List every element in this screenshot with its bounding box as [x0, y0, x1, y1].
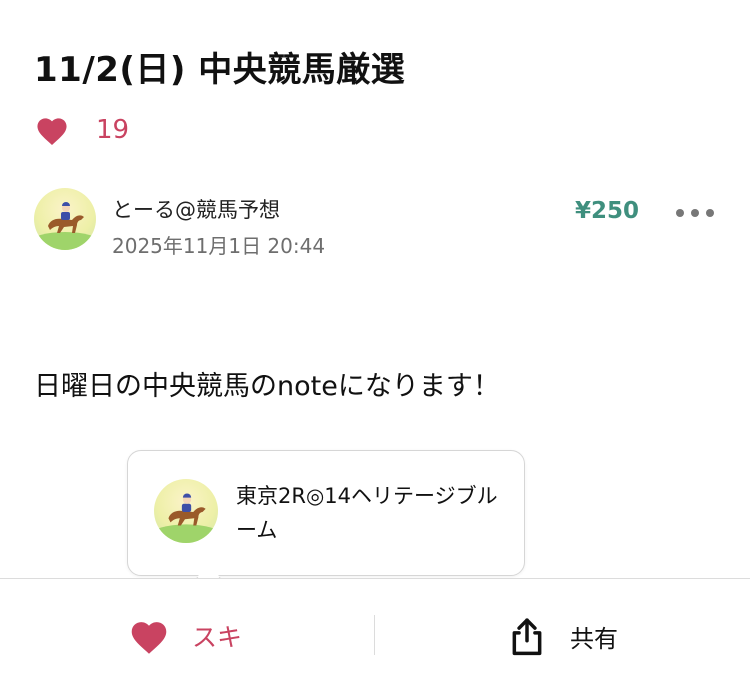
horse-racing-avatar-icon [34, 202, 96, 250]
author-avatar[interactable] [34, 188, 96, 250]
share-icon [512, 618, 542, 656]
price-label: ¥250 [575, 198, 640, 224]
more-icon [676, 209, 684, 217]
share-button[interactable]: 共有 [508, 615, 618, 657]
like-summary: 19 [34, 110, 129, 150]
more-menu-button[interactable] [676, 200, 714, 226]
horse-racing-avatar-icon [154, 493, 218, 543]
bubble-avatar [154, 479, 218, 543]
like-count: 19 [96, 115, 130, 145]
article-title: 11/2(日) 中央競馬厳選 [34, 50, 406, 90]
like-button[interactable]: スキ [128, 615, 242, 657]
more-icon-dot [691, 209, 699, 217]
heart-icon [131, 622, 167, 654]
author-name[interactable]: とーる@競馬予想 [112, 194, 280, 224]
more-icon-dot [706, 209, 714, 217]
post-date: 2025年11月1日 20:44 [112, 234, 326, 258]
bottom-action-bar: スキ 共有 [0, 578, 750, 689]
preview-bubble: 東京2R◎14ヘリテージブルーム [127, 450, 525, 576]
bubble-text: 東京2R◎14ヘリテージブルーム [236, 484, 498, 542]
divider [374, 615, 375, 655]
share-button-label: 共有 [570, 624, 618, 653]
heart-icon [37, 118, 67, 145]
like-button-label: スキ [192, 623, 243, 652]
article-body-text: 日曜日の中央競馬のnoteになります！ [34, 371, 500, 402]
